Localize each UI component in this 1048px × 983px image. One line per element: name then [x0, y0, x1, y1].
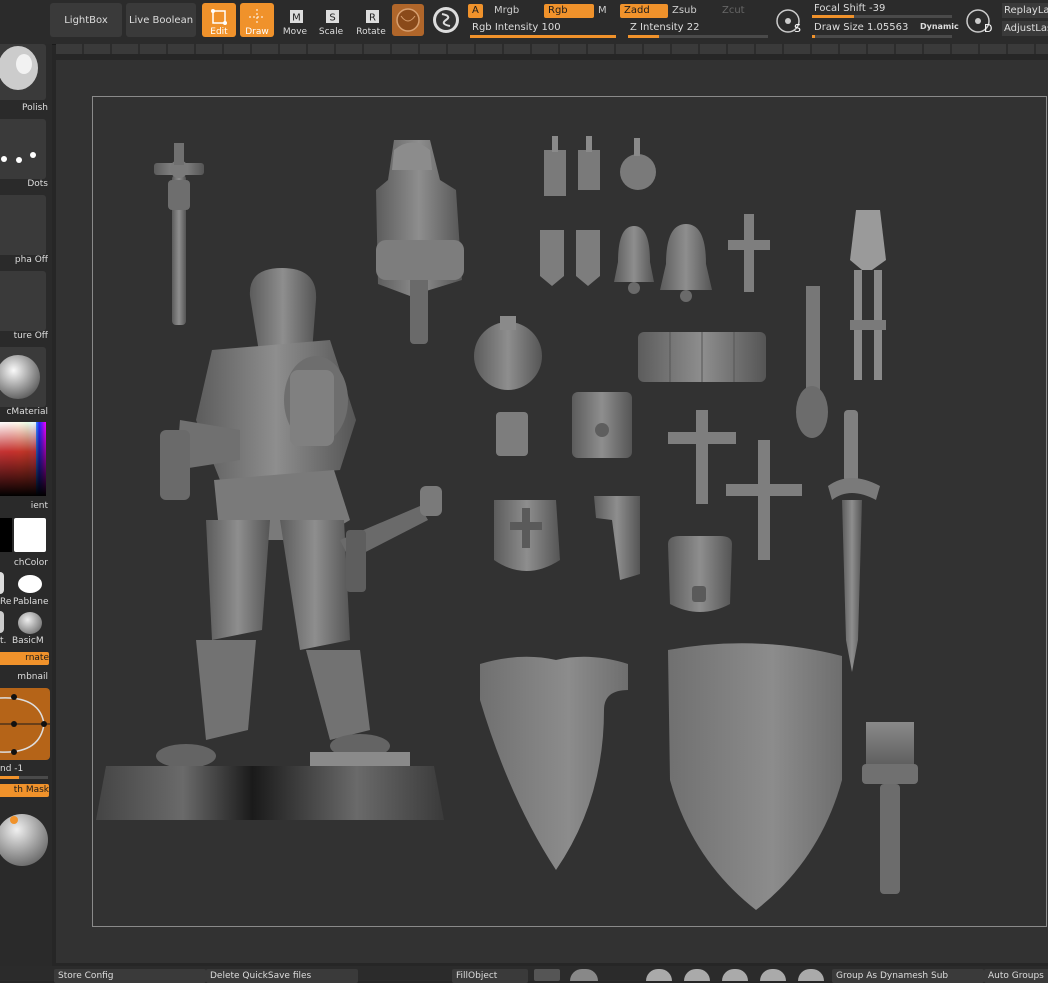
frame-icon[interactable] [760, 969, 786, 981]
cross-pouch-model [494, 500, 560, 571]
sculpt-viewport[interactable] [0, 0, 1048, 981]
sword-model [828, 410, 880, 672]
small-cross-model [728, 214, 770, 292]
small-pouch-model [496, 412, 528, 456]
bottom-toolbar: Store Config Delete QuickSave files Fill… [0, 966, 1048, 983]
shovel-model [862, 722, 918, 894]
knight-figure-model [156, 268, 442, 768]
mace-model [154, 143, 204, 325]
rotate-icon[interactable] [722, 969, 748, 981]
satchel-model [668, 536, 732, 612]
pliers-model [850, 210, 886, 380]
small-shield-model [480, 656, 628, 870]
gizmo-icon[interactable] [534, 969, 560, 981]
pedestal-model [96, 752, 444, 820]
holster-model [594, 496, 640, 580]
large-shield-model [668, 643, 842, 910]
pouch-belt-model [638, 332, 766, 382]
backpack-model [376, 140, 464, 344]
transp-icon[interactable] [798, 969, 824, 981]
stick-grenade-model [796, 286, 828, 438]
move-icon[interactable] [646, 969, 672, 981]
ammo-box-model [572, 392, 632, 458]
flask-model [474, 316, 542, 390]
sphere-icon[interactable] [570, 969, 598, 981]
bells-model [614, 224, 712, 302]
scale-icon[interactable] [684, 969, 710, 981]
